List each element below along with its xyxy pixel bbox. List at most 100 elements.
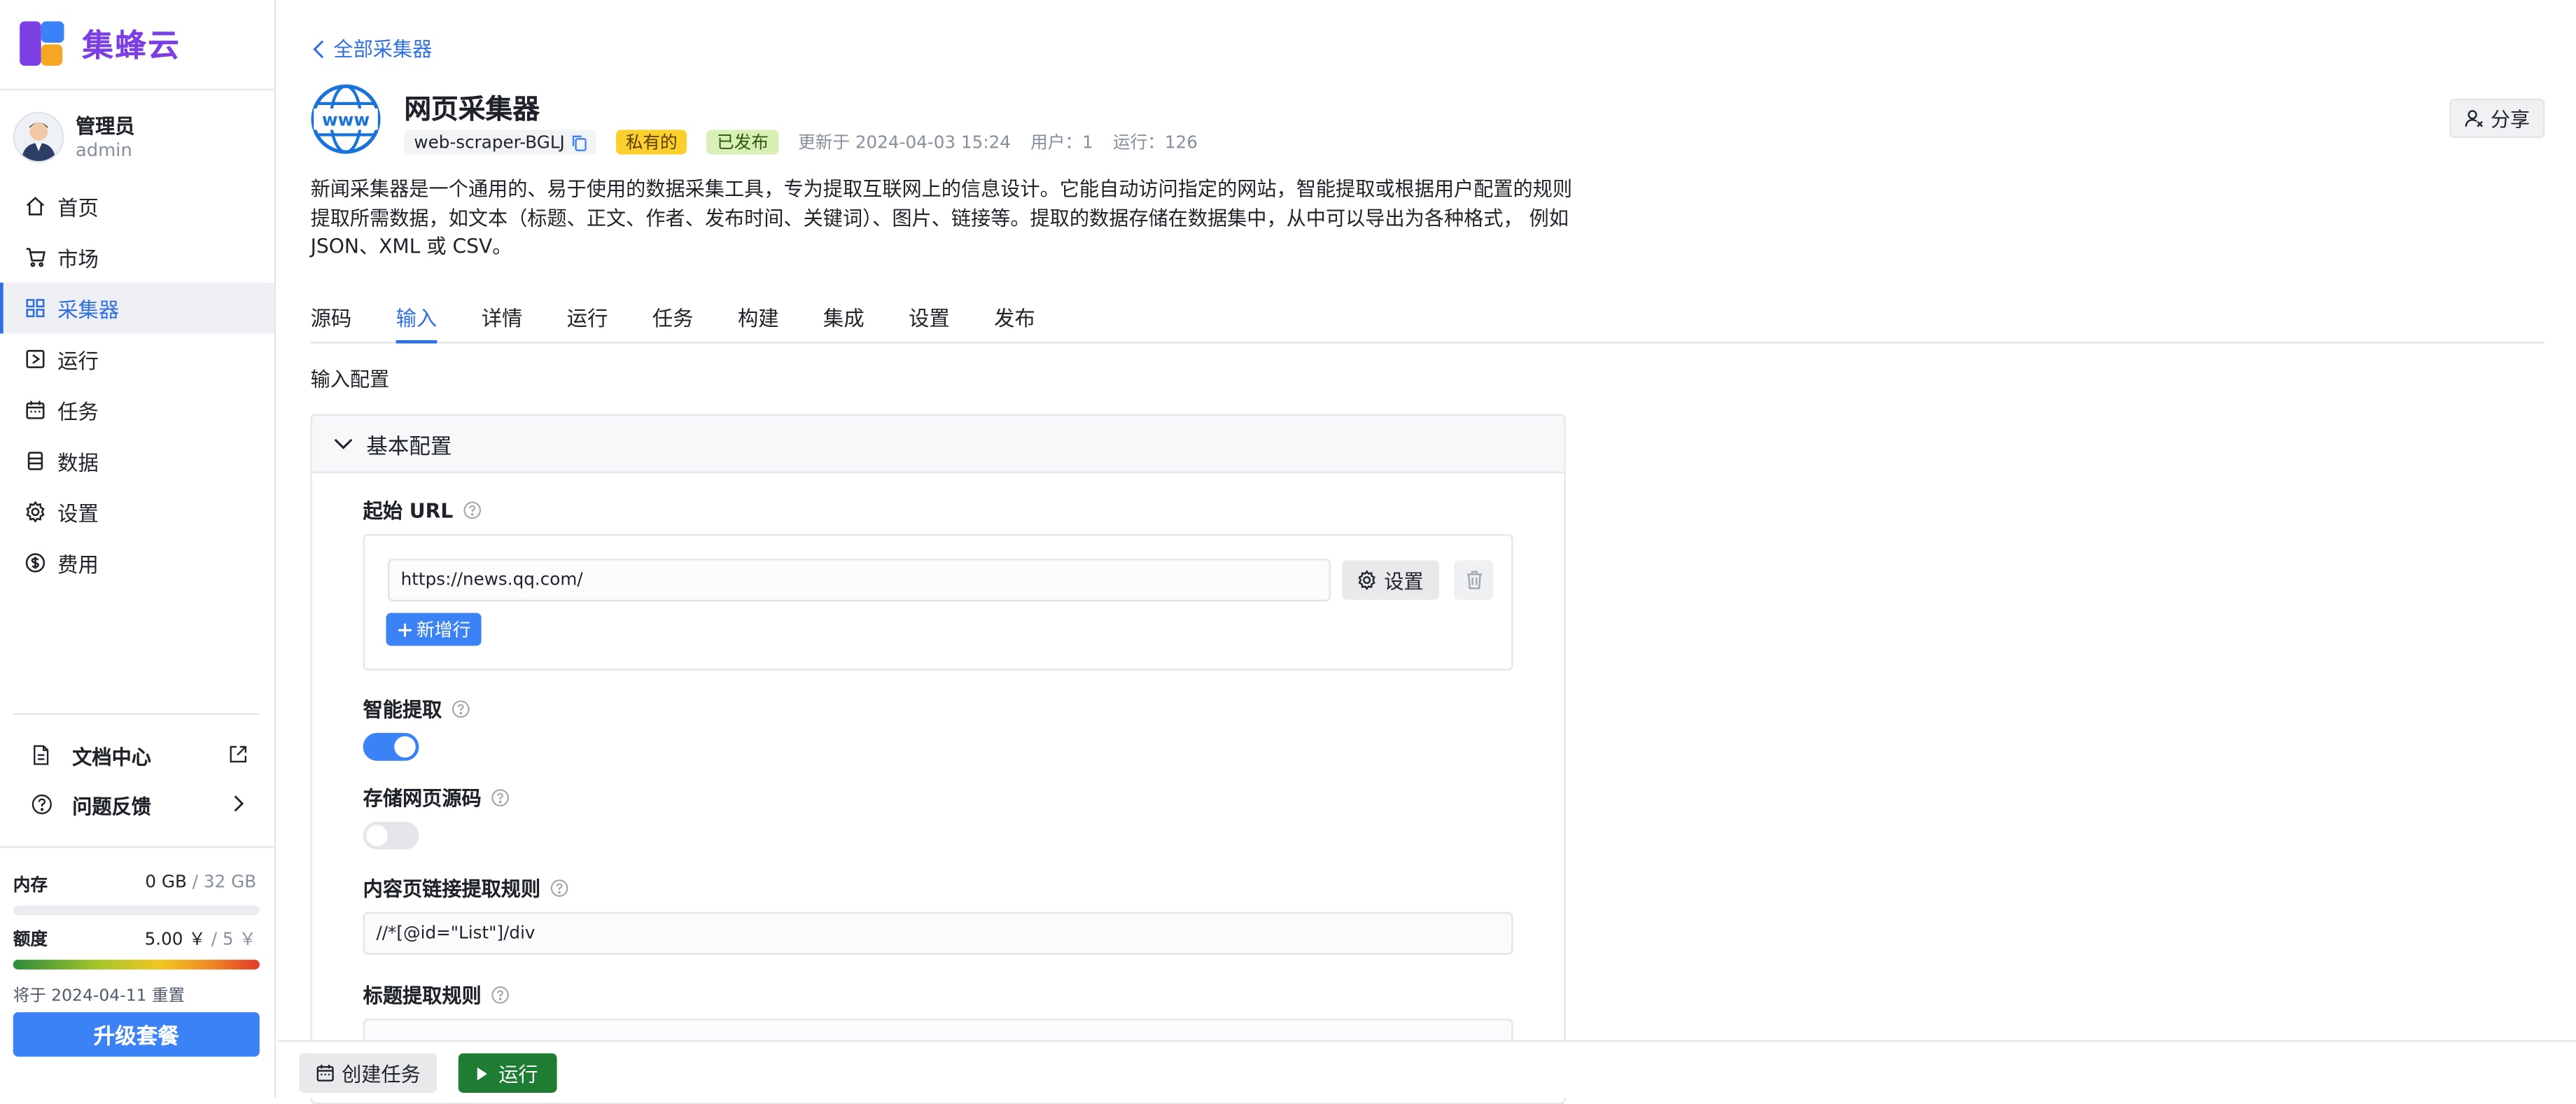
dollar-icon: [24, 552, 46, 574]
start-url-list: https://news.qq.com/ 设置 新增行: [363, 533, 1513, 671]
divider: [13, 713, 260, 715]
tab-details[interactable]: 详情: [482, 304, 523, 342]
sidebar-item-label: 采集器: [57, 297, 120, 323]
docs-link[interactable]: 文档中心: [28, 733, 248, 779]
sidebar-item-billing[interactable]: 费用: [0, 538, 274, 589]
basic-config-title: 基本配置: [366, 434, 452, 460]
help-icon[interactable]: [451, 700, 470, 718]
updated-time: 更新于 2024-04-03 15:24: [798, 133, 1011, 153]
tab-input[interactable]: 输入: [396, 304, 438, 344]
sidebar-item-label: 市场: [57, 246, 99, 272]
back-link[interactable]: 全部采集器: [312, 34, 432, 62]
home-icon: [24, 195, 46, 217]
app-name: 集蜂云: [82, 27, 181, 64]
sidebar-item-runs[interactable]: 运行: [0, 334, 274, 385]
basic-config-header[interactable]: 基本配置: [312, 415, 1564, 474]
add-row-label: 新增行: [416, 619, 471, 641]
feedback-link[interactable]: 问题反馈: [28, 782, 248, 828]
database-icon: [24, 450, 46, 472]
help-icon[interactable]: [491, 789, 510, 807]
feedback-link-label: 问题反馈: [72, 794, 151, 818]
share-user-icon: [2464, 109, 2484, 128]
user-username: admin: [75, 139, 132, 160]
tab-bar: 源码 输入 详情 运行 任务 构建 集成 设置 发布: [310, 304, 2545, 344]
external-link-icon: [228, 743, 248, 768]
title-rule-label: 标题提取规则: [363, 981, 510, 1009]
sidebar-item-data[interactable]: 数据: [0, 435, 274, 487]
logo-icon: [18, 20, 66, 67]
delete-row-button[interactable]: [1454, 560, 1494, 600]
store-source-toggle[interactable]: [363, 821, 419, 850]
sidebar: 集蜂云 管理员 admin 首页 市场 采集器 运行 任务 数据 设置 费用 文…: [0, 0, 276, 1098]
start-url-label-text: 起始 URL: [363, 499, 454, 523]
store-source-label: 存储网页源码: [363, 784, 510, 812]
trash-icon: [1464, 571, 1483, 590]
run-count: 运行：126: [1112, 133, 1198, 153]
user-name: 管理员: [75, 114, 135, 137]
tab-integrations[interactable]: 集成: [823, 304, 864, 342]
help-icon[interactable]: [463, 501, 481, 519]
collector-id-chip[interactable]: web-scraper-BGLJ: [404, 130, 596, 155]
docs-link-label: 文档中心: [72, 745, 151, 769]
sidebar-item-tasks[interactable]: 任务: [0, 384, 274, 435]
document-icon: [31, 744, 51, 771]
published-badge: 已发布: [706, 130, 778, 155]
link-rule-input[interactable]: //*[@id="List"]/div: [363, 911, 1513, 955]
help-icon[interactable]: [491, 986, 510, 1004]
basic-config-panel: 基本配置 起始 URL https://news.qq.com/ 设置 新增行 …: [310, 414, 1566, 1104]
url-settings-button[interactable]: 设置: [1342, 560, 1439, 600]
private-badge: 私有的: [615, 130, 687, 155]
store-source-label-text: 存储网页源码: [363, 787, 482, 811]
avatar: [13, 111, 64, 163]
plus-icon: [397, 622, 412, 636]
tab-builds[interactable]: 构建: [738, 304, 779, 342]
upgrade-button[interactable]: 升级套餐: [13, 1012, 260, 1057]
start-url-label: 起始 URL: [363, 496, 482, 524]
chevron-down-icon: [333, 437, 353, 450]
tab-source[interactable]: 源码: [311, 304, 352, 342]
sidebar-item-collector[interactable]: 采集器: [0, 282, 274, 334]
quota-label: 额度: [13, 930, 48, 950]
app-root: 集蜂云 管理员 admin 首页 市场 采集器 运行 任务 数据 设置 费用 文…: [0, 0, 2576, 1104]
sidebar-item-label: 任务: [57, 399, 99, 424]
smart-extract-label: 智能提取: [363, 695, 470, 723]
link-rule-label: 内容页链接提取规则: [363, 874, 568, 902]
sidebar-item-home[interactable]: 首页: [0, 181, 274, 232]
link-rule-label-text: 内容页链接提取规则: [363, 877, 541, 901]
user-profile[interactable]: 管理员 admin: [13, 111, 135, 163]
page-title: 网页采集器: [404, 93, 540, 125]
tab-publish[interactable]: 发布: [994, 304, 1035, 342]
share-button[interactable]: 分享: [2449, 98, 2545, 139]
sidebar-nav: 首页 市场 采集器 运行 任务 数据 设置 费用: [0, 181, 274, 588]
sidebar-item-label: 首页: [57, 195, 99, 221]
tab-settings[interactable]: 设置: [909, 304, 950, 342]
memory-used: 0 GB: [145, 872, 187, 893]
run-button[interactable]: 运行: [458, 1053, 557, 1093]
divider: [0, 88, 276, 91]
title-rule-label-text: 标题提取规则: [363, 984, 482, 1007]
logo[interactable]: 集蜂云: [18, 20, 181, 67]
chevron-right-icon: [228, 793, 248, 818]
smart-extract-toggle[interactable]: [363, 732, 419, 761]
memory-bar: [13, 905, 260, 916]
collector-meta: web-scraper-BGLJ 私有的 已发布 更新于 2024-04-03 …: [404, 130, 1217, 155]
sidebar-item-settings[interactable]: 设置: [0, 487, 274, 538]
start-url-input[interactable]: https://news.qq.com/: [387, 559, 1331, 602]
tab-tasks[interactable]: 任务: [652, 304, 694, 342]
sidebar-item-label: 设置: [57, 501, 99, 526]
action-footer: 创建任务 运行: [277, 1040, 2576, 1098]
quota-used: 5.00 ￥: [144, 930, 206, 950]
quota-bar: [13, 959, 260, 970]
help-icon[interactable]: [550, 879, 568, 897]
calendar-icon: [24, 399, 46, 421]
main-content: 全部采集器 www 网页采集器 web-scraper-BGLJ 私有的 已发布…: [278, 0, 2576, 1104]
collector-icon: [24, 298, 46, 319]
gear-icon: [24, 501, 46, 523]
create-task-button[interactable]: 创建任务: [299, 1053, 438, 1093]
create-task-label: 创建任务: [342, 1062, 421, 1086]
copy-icon[interactable]: [571, 134, 587, 151]
tab-runs[interactable]: 运行: [567, 304, 608, 342]
sidebar-item-market[interactable]: 市场: [0, 232, 274, 283]
divider: [0, 846, 276, 848]
add-row-button[interactable]: 新增行: [386, 613, 482, 646]
